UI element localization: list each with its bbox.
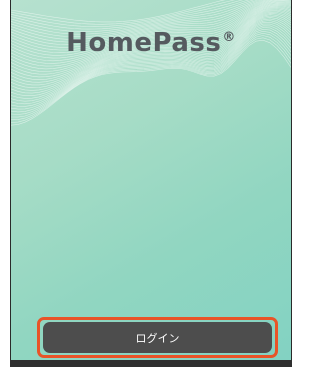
- login-button[interactable]: ログイン: [43, 322, 272, 353]
- login-button-label: ログイン: [135, 331, 180, 345]
- registered-mark: ®: [222, 30, 236, 45]
- logo-text: HomePass: [66, 28, 222, 58]
- wave-decoration: [11, 0, 291, 126]
- app-screen: HomePass®: [10, 0, 292, 367]
- bottom-edge: [10, 360, 292, 367]
- app-logo: HomePass®: [11, 28, 291, 58]
